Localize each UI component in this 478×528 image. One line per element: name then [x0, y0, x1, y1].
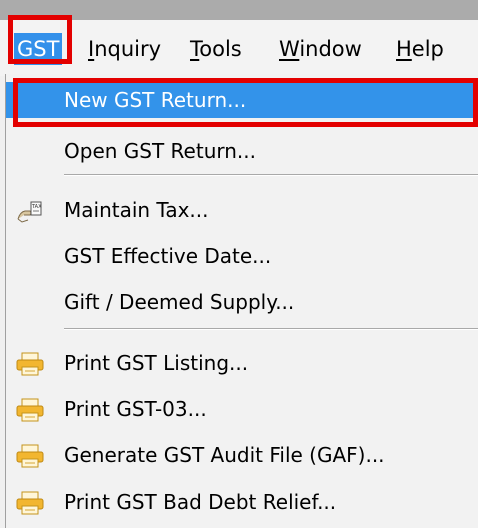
menu-tools[interactable]: Tools [190, 33, 242, 65]
menu-item-label: GST Effective Date... [64, 244, 272, 268]
menu-item-gst-effective-date[interactable]: GST Effective Date... [6, 238, 478, 274]
menu-item-print-gst-bad-debt-relief[interactable]: Print GST Bad Debt Relief... [6, 484, 478, 520]
printer-icon [16, 490, 44, 515]
menu-gst-label: ST [33, 37, 60, 61]
menu-help-accesskey: H [396, 37, 412, 61]
menu-item-print-gst-listing[interactable]: Print GST Listing... [6, 345, 478, 381]
menu-item-maintain-tax[interactable]: TAX Maintain Tax... [6, 192, 478, 228]
menu-separator [64, 174, 478, 176]
menu-inquiry[interactable]: Inquiry [88, 33, 161, 65]
menu-tools-accesskey: T [190, 37, 200, 61]
menu-gst[interactable]: GST [14, 33, 63, 65]
printer-icon [16, 397, 44, 422]
menu-item-gift-deemed-supply[interactable]: Gift / Deemed Supply... [6, 284, 478, 320]
menu-item-label: Print GST Listing... [64, 351, 249, 375]
menu-item-label: Gift / Deemed Supply... [64, 290, 295, 314]
menu-item-new-gst-return[interactable]: New GST Return... [6, 82, 478, 118]
menu-item-label: New GST Return... [64, 88, 247, 112]
menu-window[interactable]: Window [279, 33, 362, 65]
printer-icon [16, 443, 44, 468]
menu-item-label: Print GST-03... [64, 397, 207, 421]
printer-icon [16, 351, 44, 376]
menu-help-label: elp [411, 37, 444, 61]
menu-help[interactable]: Help [396, 33, 444, 65]
title-strip [0, 0, 478, 20]
menu-item-open-gst-return[interactable]: Open GST Return... [6, 133, 478, 169]
menu-item-print-gst-03[interactable]: Print GST-03... [6, 391, 478, 427]
menu-bar: GST Inquiry Tools Window Help [0, 20, 478, 76]
svg-text:TAX: TAX [31, 204, 42, 210]
menu-item-label: Maintain Tax... [64, 198, 209, 222]
menu-inquiry-label: nquiry [94, 37, 162, 61]
gst-dropdown-menu: New GST Return... Open GST Return... TAX… [5, 74, 478, 528]
maintain-tax-icon: TAX [16, 198, 44, 223]
menu-window-accesskey: W [279, 37, 300, 61]
menu-window-label: indow [299, 37, 362, 61]
menu-item-label: Generate GST Audit File (GAF)... [64, 443, 385, 467]
menu-item-generate-gst-audit-file[interactable]: Generate GST Audit File (GAF)... [6, 437, 478, 473]
menu-gst-accesskey: G [17, 37, 34, 61]
menu-tools-label: ools [199, 37, 242, 61]
menu-separator [64, 328, 478, 330]
menu-item-label: Print GST Bad Debt Relief... [64, 490, 337, 514]
menu-item-label: Open GST Return... [64, 139, 256, 163]
